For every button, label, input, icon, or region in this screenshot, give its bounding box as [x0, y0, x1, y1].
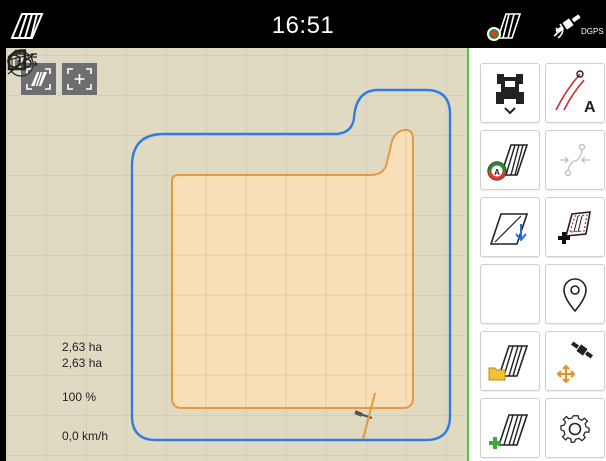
load-field-icon: [488, 345, 529, 381]
speed-tractor-icon: [7, 49, 37, 68]
terminal-screen: 16:51 DGPS 2,63 ha 2,63 ha 100 % 0,0 km/…: [0, 0, 606, 461]
function-panel: A A: [467, 48, 606, 461]
gps-satellite-icon[interactable]: [546, 10, 602, 42]
section-control-button[interactable]: A: [480, 130, 540, 190]
marker-pin-button[interactable]: [545, 264, 605, 324]
empty-slot-button: [480, 264, 540, 324]
tractor-status-icon[interactable]: [484, 8, 524, 44]
tractor-settings-button[interactable]: [480, 63, 540, 123]
center-vehicle-button[interactable]: [61, 62, 98, 96]
add-boundary-button[interactable]: [545, 197, 605, 257]
auto-guidance-button[interactable]: A: [545, 63, 605, 123]
gps-mode-label: DGPS: [581, 27, 604, 36]
headland-button[interactable]: [480, 197, 540, 257]
headland-icon: [489, 213, 529, 245]
settings-gear-icon: [560, 415, 590, 443]
application-rate-value: 100 %: [62, 390, 97, 404]
status-bar: 16:51 DGPS: [0, 0, 606, 48]
track-points-icon: [560, 143, 590, 177]
auto-guidance-icon: A: [555, 70, 596, 116]
new-field-button[interactable]: [480, 398, 540, 458]
settings-button[interactable]: [545, 398, 605, 458]
gps-move-button[interactable]: [545, 331, 605, 391]
area-worked-value: 2,63 ha: [62, 340, 103, 354]
add-boundary-icon: [558, 211, 591, 244]
gps-move-icon: [556, 341, 593, 384]
load-field-button[interactable]: [480, 331, 540, 391]
svg-text:A: A: [494, 168, 500, 177]
speed-value: 0,0 km/h: [62, 429, 109, 443]
section-control-icon: A: [487, 144, 529, 181]
marker-pin-icon: [563, 278, 587, 313]
track-points-button[interactable]: [545, 130, 605, 190]
new-field-icon: [489, 414, 529, 449]
center-view-icon: [67, 68, 92, 90]
field-map[interactable]: N 2,63 ha 2,63 ha 100 % 0,0 km/h: [6, 48, 467, 461]
area-total-value: 2,63 ha: [62, 356, 103, 370]
svg-text:A: A: [584, 99, 596, 116]
tractor-settings-icon: [496, 74, 524, 115]
